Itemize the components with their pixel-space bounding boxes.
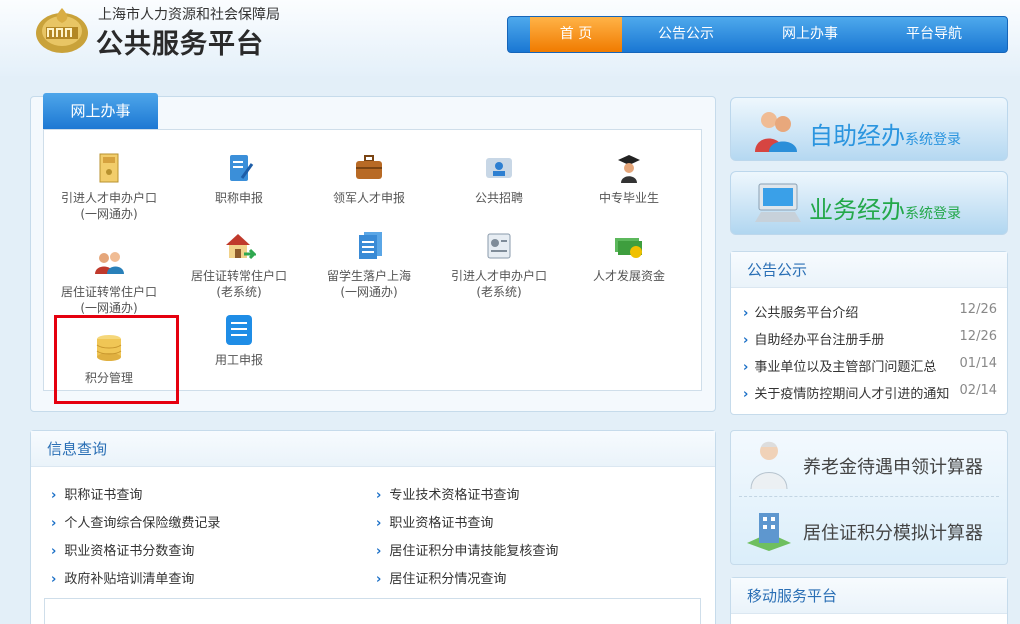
nav-announcements[interactable]: 公告公示 (626, 17, 746, 52)
announcement-title: 关于疫情防控期间人才引进的通知 (754, 387, 950, 402)
computer-icon (755, 183, 801, 222)
shanghai-hrss-logo (36, 8, 88, 53)
announcement-item[interactable]: 自助经办平台注册手册 12/26 (743, 329, 997, 348)
announcement-item[interactable]: 事业单位以及主管部门问题汇总 01/14 (743, 356, 997, 375)
pension-calculator-link[interactable]: 养老金待遇申领计算器 (803, 453, 983, 479)
building-icon (747, 513, 791, 551)
query-link[interactable]: 居住证积分情况查询 (376, 568, 506, 587)
list-document-icon (226, 315, 252, 345)
documents-stack-icon (359, 232, 382, 259)
service-item-label: 引进人才申办户口 (450, 269, 547, 283)
service-item-overseas-students[interactable]: 留学生落户上海 (一网通办) (306, 230, 432, 300)
query-link[interactable]: 职业资格证书分数查询 (51, 540, 194, 559)
id-card-icon (487, 233, 511, 259)
announcement-title: 自助经办平台注册手册 (754, 333, 885, 348)
announcement-item[interactable]: 公共服务平台介绍 12/26 (743, 302, 997, 321)
organization-name: 上海市人力资源和社会保障局 (98, 7, 280, 23)
nav-online-services[interactable]: 网上办事 (750, 17, 870, 52)
service-item-sublabel: (老系统) (216, 285, 262, 299)
self-service-title: 自助经办系统登录 (809, 116, 961, 151)
money-icon (615, 238, 642, 258)
users-icon (95, 252, 124, 274)
recruitment-icon (486, 158, 512, 178)
service-item-label: 引进人才申办户口 (60, 191, 157, 205)
service-item-sublabel: (老系统) (476, 285, 522, 299)
service-item-label: 中专毕业生 (598, 191, 659, 205)
announcement-date: 01/14 (959, 356, 997, 371)
service-item-talent-hukou-old[interactable]: 引进人才申办户口 (老系统) (436, 230, 562, 300)
calculators-panel: 养老金待遇申领计算器 居住证积分模拟计算器 (730, 430, 1008, 565)
service-item-label: 职称申报 (214, 191, 263, 205)
self-service-login-banner[interactable]: 自助经办系统登录 (730, 97, 1008, 161)
divider (739, 496, 999, 497)
query-link[interactable]: 职业资格证书查询 (376, 512, 493, 531)
announcement-item[interactable]: 关于疫情防控期间人才引进的通知 02/14 (743, 383, 997, 402)
info-content-box (44, 598, 701, 624)
edit-document-icon (230, 155, 254, 181)
query-link[interactable]: 政府补贴培训清单查询 (51, 568, 194, 587)
announcement-title: 事业单位以及主管部门问题汇总 (754, 360, 937, 375)
service-item-title-application[interactable]: 职称申报 (176, 152, 302, 206)
service-item-employment-declaration[interactable]: 用工申报 (176, 314, 302, 368)
service-item-secondary-graduates[interactable]: 中专毕业生 (566, 152, 692, 206)
service-item-label: 居住证转常住户口 (190, 269, 287, 283)
service-item-leading-talent[interactable]: 领军人才申报 (306, 152, 432, 206)
service-item-talent-fund[interactable]: 人才发展资金 (566, 230, 692, 284)
mobile-platform-title: 移动服务平台 (731, 578, 1007, 614)
graduate-icon (618, 155, 640, 183)
query-link[interactable]: 居住证积分申请技能复核查询 (376, 540, 558, 559)
query-link[interactable]: 个人查询综合保险缴费记录 (51, 512, 220, 531)
service-item-sublabel: (一网通办) (80, 301, 138, 315)
announcement-date: 02/14 (959, 383, 997, 398)
main-nav: 首 页 公告公示 网上办事 平台导航 (507, 16, 1008, 53)
service-item-sublabel: (一网通办) (340, 285, 398, 299)
elderly-person-icon (750, 441, 788, 489)
house-arrow-icon (226, 234, 256, 260)
envelope-file-icon (99, 153, 119, 183)
nav-home[interactable]: 首 页 (530, 17, 622, 52)
announcement-date: 12/26 (959, 329, 997, 344)
business-suffix: 系统登录 (905, 206, 961, 222)
announcement-date: 12/26 (959, 302, 997, 317)
announcements-title: 公告公示 (731, 252, 1007, 288)
service-item-label: 用工申报 (214, 353, 263, 367)
online-services-tab[interactable]: 网上办事 (43, 93, 158, 129)
info-query-panel: 信息查询 职称证书查询 个人查询综合保险缴费记录 职业资格证书分数查询 政府补贴… (30, 430, 716, 624)
info-query-title: 信息查询 (31, 431, 715, 467)
service-item-sublabel: (一网通办) (80, 207, 138, 221)
service-item-label: 人才发展资金 (592, 269, 665, 283)
service-item-label: 领军人才申报 (332, 191, 405, 205)
self-service-suffix: 系统登录 (905, 132, 961, 148)
service-item-label: 留学生落户上海 (326, 269, 411, 283)
service-item-label: 公共招聘 (474, 191, 523, 205)
service-item-public-recruitment[interactable]: 公共招聘 (436, 152, 562, 206)
highlight-box (54, 315, 179, 404)
header: 上海市人力资源和社会保障局 公共服务平台 首 页 公告公示 网上办事 平台导航 (0, 0, 1020, 76)
service-item-label: 居住证转常住户口 (60, 285, 157, 299)
business-label: 业务经办 (809, 196, 905, 224)
mobile-platform-panel: 移动服务平台 (730, 577, 1008, 624)
briefcase-icon (356, 155, 382, 179)
residence-points-calculator-link[interactable]: 居住证积分模拟计算器 (803, 519, 983, 545)
query-link[interactable]: 专业技术资格证书查询 (376, 484, 519, 503)
self-service-label: 自助经办 (809, 122, 905, 150)
service-item-residence-hukou-onenet[interactable]: 居住证转常住户口 (一网通办) (46, 246, 172, 316)
users-icon (755, 112, 797, 152)
business-title: 业务经办系统登录 (809, 190, 961, 225)
service-item-residence-hukou-old[interactable]: 居住证转常住户口 (老系统) (176, 230, 302, 300)
service-item-talent-hukou-onenet[interactable]: 引进人才申办户口 (一网通办) (46, 152, 172, 222)
announcement-title: 公共服务平台介绍 (754, 306, 859, 321)
platform-title: 公共服务平台 (96, 29, 264, 60)
nav-platform-guide[interactable]: 平台导航 (874, 17, 994, 52)
query-link[interactable]: 职称证书查询 (51, 484, 142, 503)
business-login-banner[interactable]: 业务经办系统登录 (730, 171, 1008, 235)
announcements-panel: 公告公示 公共服务平台介绍 12/26 自助经办平台注册手册 12/26 事业单位以… (730, 251, 1008, 415)
